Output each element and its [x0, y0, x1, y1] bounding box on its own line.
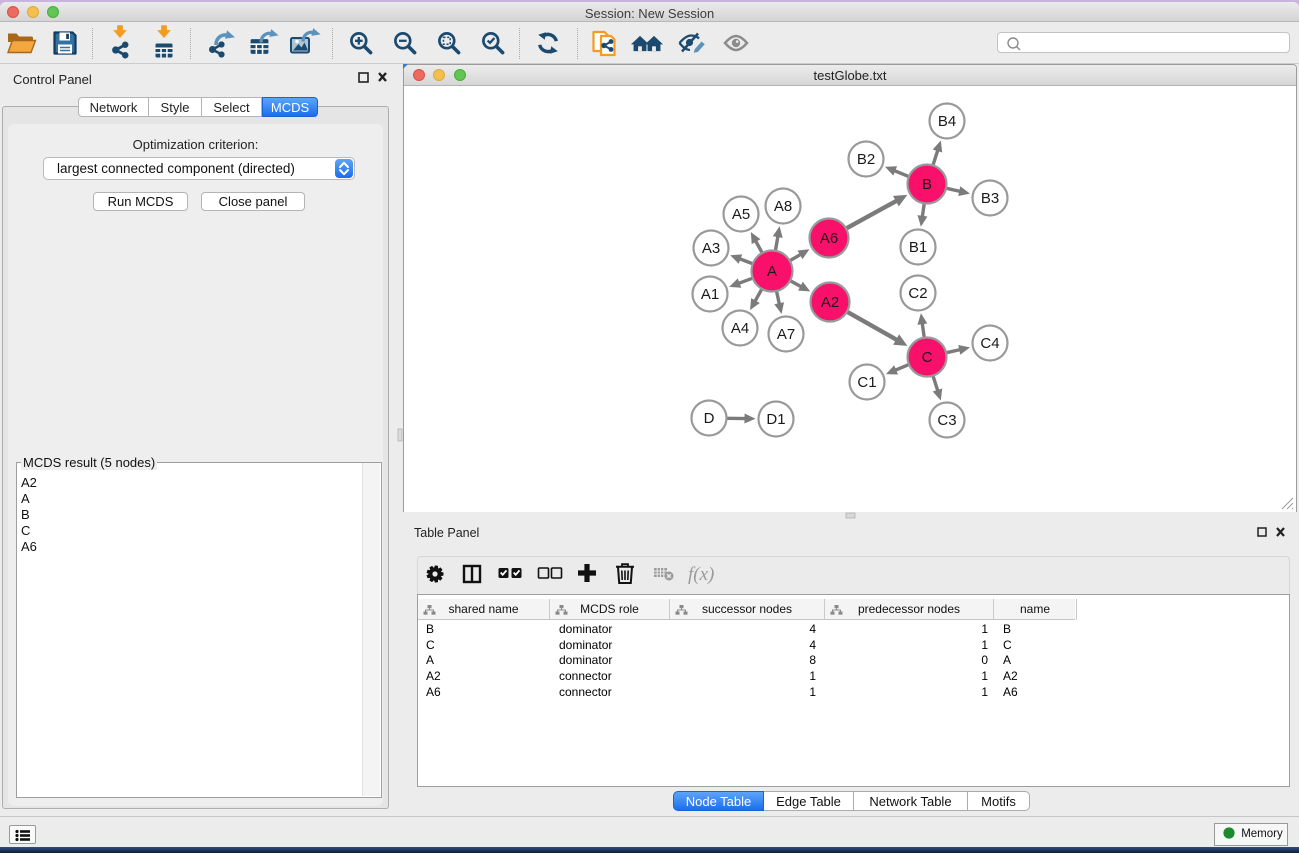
svg-text:B2: B2 [857, 151, 875, 168]
svg-text:D1: D1 [766, 411, 785, 428]
svg-text:A5: A5 [732, 206, 750, 223]
svg-text:A6: A6 [820, 230, 838, 247]
svg-text:A3: A3 [702, 240, 720, 257]
svg-text:f(x): f(x) [688, 564, 714, 585]
svg-text:A8: A8 [774, 198, 792, 215]
svg-text:B1: B1 [909, 239, 927, 256]
svg-text:A: A [767, 263, 777, 280]
svg-text:D: D [704, 410, 715, 427]
svg-text:C1: C1 [857, 374, 876, 391]
svg-text:C2: C2 [908, 285, 927, 302]
svg-text:A2: A2 [821, 294, 839, 311]
svg-text:A7: A7 [777, 326, 795, 343]
svg-text:C4: C4 [980, 335, 999, 352]
svg-text:B3: B3 [981, 190, 999, 207]
svg-text:B4: B4 [938, 113, 956, 130]
svg-text:C: C [922, 349, 933, 366]
svg-text:C3: C3 [937, 412, 956, 429]
svg-text:A4: A4 [731, 320, 749, 337]
svg-text:B: B [922, 176, 932, 193]
svg-text:A1: A1 [701, 286, 719, 303]
